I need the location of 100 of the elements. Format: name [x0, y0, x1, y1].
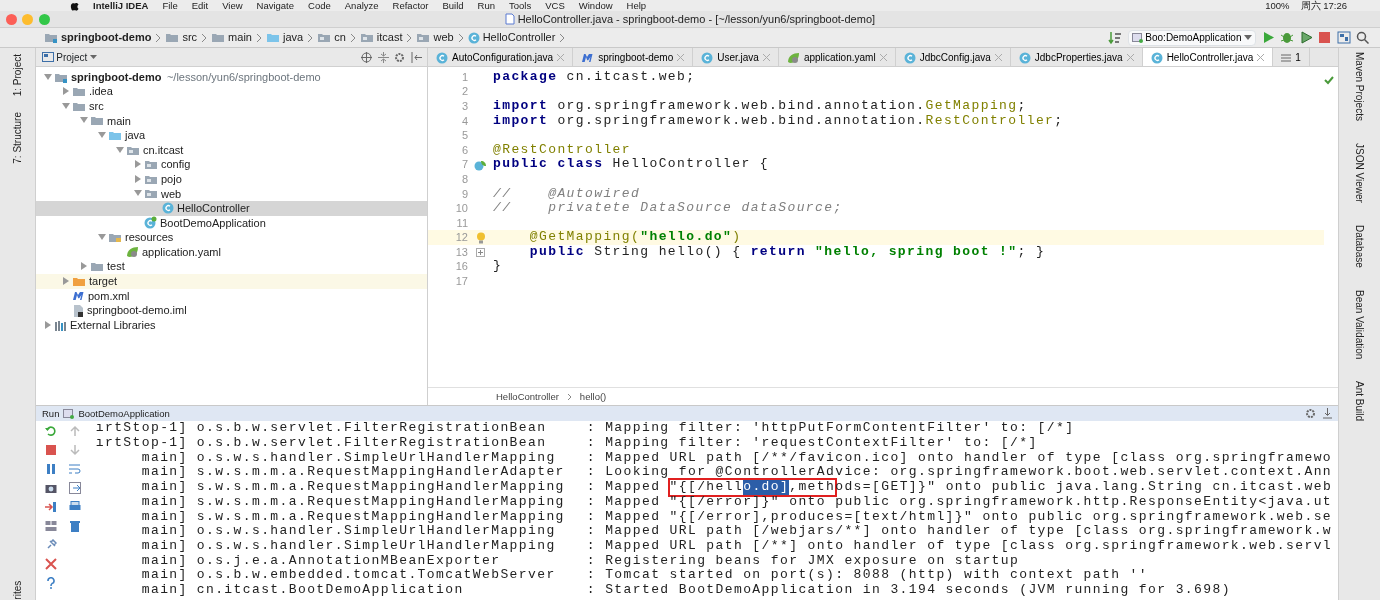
- tree-item[interactable]: External Libraries: [36, 317, 427, 333]
- menu-item[interactable]: View: [222, 0, 243, 11]
- tree-item[interactable]: BootDemoApplication: [36, 215, 427, 231]
- tool-window-tab[interactable]: Bean Validation: [1352, 289, 1367, 359]
- tree-item[interactable]: application.yaml: [36, 244, 427, 260]
- expanded-arrow-icon[interactable]: [62, 101, 70, 110]
- up-arrow-icon[interactable]: [68, 425, 81, 438]
- tool-window-tab[interactable]: Database: [1352, 224, 1367, 268]
- export-icon[interactable]: [68, 482, 81, 495]
- bean-icon[interactable]: [474, 158, 487, 171]
- expanded-arrow-icon[interactable]: [98, 233, 106, 242]
- bug-icon[interactable]: [1280, 31, 1294, 44]
- tree-item[interactable]: resources: [36, 230, 427, 245]
- collapsed-arrow-icon[interactable]: [134, 160, 142, 169]
- breadcrumb-item[interactable]: hello(): [579, 389, 607, 404]
- menu-item[interactable]: Code: [308, 0, 331, 11]
- help-icon[interactable]: [44, 577, 57, 590]
- exit-icon[interactable]: [44, 501, 57, 514]
- wrap-icon[interactable]: [68, 463, 81, 476]
- collapsed-arrow-icon[interactable]: [80, 262, 88, 271]
- locate-icon[interactable]: [361, 51, 372, 63]
- bulb-icon[interactable]: [475, 231, 486, 244]
- project-view-dropdown[interactable]: Project: [56, 49, 98, 65]
- stop-icon[interactable]: [44, 444, 57, 457]
- breadcrumb-item[interactable]: HelloController: [496, 389, 559, 404]
- breadcrumb-item[interactable]: itcast: [355, 29, 407, 46]
- tree-item[interactable]: springboot-demo.iml: [36, 303, 427, 318]
- breadcrumb-item[interactable]: HelloController: [463, 29, 560, 46]
- breadcrumb-item[interactable]: cn: [313, 29, 350, 46]
- close-icon[interactable]: [1126, 54, 1134, 61]
- sort-icon[interactable]: [1108, 30, 1123, 45]
- tool-window-tab[interactable]: rites: [10, 578, 25, 600]
- tree-item[interactable]: springboot-demo ~/lesson/yun6/springboot-demo: [36, 69, 427, 85]
- tool-window-tab[interactable]: 1: Project: [10, 53, 25, 96]
- close-icon[interactable]: [5, 13, 17, 25]
- tool-window-tab[interactable]: JSON Viewer: [1352, 142, 1367, 203]
- menu-item[interactable]: Edit: [191, 0, 209, 11]
- menu-item[interactable]: File: [162, 0, 178, 11]
- tree-item[interactable]: .idea: [36, 84, 427, 99]
- tool-window-tab[interactable]: Ant Build: [1352, 380, 1367, 421]
- tree-item[interactable]: HelloController: [36, 201, 427, 216]
- camera-icon[interactable]: [44, 482, 57, 495]
- breadcrumb-item[interactable]: main: [207, 29, 256, 46]
- menu-item[interactable]: Help: [626, 0, 647, 11]
- tree-item[interactable]: java: [36, 128, 427, 143]
- tree-item[interactable]: pom.xml: [36, 288, 427, 304]
- collapsed-arrow-icon[interactable]: [134, 174, 142, 183]
- expanded-arrow-icon[interactable]: [44, 72, 52, 81]
- tree-item[interactable]: web: [36, 186, 427, 202]
- run-tab[interactable]: BootDemoApplication: [78, 406, 170, 421]
- close-icon[interactable]: [879, 54, 887, 61]
- close-icon[interactable]: [557, 54, 565, 61]
- gear-icon[interactable]: [394, 51, 405, 63]
- menu-item[interactable]: Window: [578, 0, 613, 11]
- gear-icon[interactable]: [1305, 408, 1316, 420]
- tree-item[interactable]: cn.itcast: [36, 142, 427, 158]
- tree-item[interactable]: src: [36, 98, 427, 114]
- expanded-arrow-icon[interactable]: [98, 131, 106, 139]
- coverage-icon[interactable]: [1299, 31, 1313, 44]
- collapse-icon[interactable]: [377, 51, 389, 63]
- breadcrumb-item[interactable]: src: [161, 29, 202, 46]
- down-arrow-icon[interactable]: [68, 444, 81, 457]
- close-icon[interactable]: [44, 558, 57, 571]
- expanded-arrow-icon[interactable]: [116, 145, 124, 154]
- menu-item[interactable]: Build: [442, 0, 464, 11]
- maximize-icon[interactable]: [38, 13, 50, 25]
- close-icon[interactable]: [762, 54, 770, 61]
- run-config-dropdown[interactable]: Boo:DemoApplication: [1127, 29, 1256, 46]
- trash-icon[interactable]: [68, 520, 81, 533]
- collapsed-arrow-icon[interactable]: [44, 320, 52, 329]
- menu-item[interactable]: Navigate: [256, 0, 295, 11]
- editor-tab[interactable]: HelloController.java: [1142, 48, 1274, 66]
- menu-item[interactable]: VCS: [545, 0, 565, 11]
- menu-item[interactable]: Analyze: [344, 0, 379, 11]
- close-icon[interactable]: [1257, 54, 1265, 61]
- rerun-icon[interactable]: [44, 425, 57, 438]
- collapsed-arrow-icon[interactable]: [62, 276, 70, 285]
- tree-item[interactable]: pojo: [36, 171, 427, 187]
- tree-item[interactable]: config: [36, 157, 427, 172]
- fold-icon[interactable]: [476, 247, 485, 257]
- menu-item[interactable]: Run: [477, 0, 496, 11]
- breadcrumb-item[interactable]: springboot-demo: [40, 29, 156, 46]
- expanded-arrow-icon[interactable]: [80, 116, 88, 125]
- layout-icon[interactable]: [44, 520, 57, 533]
- close-icon[interactable]: [994, 54, 1002, 61]
- tool-window-tab[interactable]: Maven Projects: [1352, 52, 1367, 121]
- tree-item[interactable]: target: [36, 274, 427, 289]
- structure-icon[interactable]: [1336, 31, 1351, 44]
- stop-icon[interactable]: [1318, 31, 1331, 44]
- menu-item[interactable]: Refactor: [392, 0, 429, 11]
- tool-window-tab[interactable]: 7: Structure: [10, 112, 25, 164]
- run-icon[interactable]: [1261, 31, 1275, 44]
- pause-icon[interactable]: [44, 463, 57, 476]
- tree-item[interactable]: main: [36, 113, 427, 129]
- collapsed-arrow-icon[interactable]: [62, 87, 70, 96]
- close-icon[interactable]: [677, 54, 685, 61]
- expanded-arrow-icon[interactable]: [134, 189, 142, 198]
- menu-item[interactable]: Tools: [509, 0, 532, 11]
- breadcrumb-item[interactable]: java: [261, 29, 308, 46]
- tree-item[interactable]: test: [36, 259, 427, 275]
